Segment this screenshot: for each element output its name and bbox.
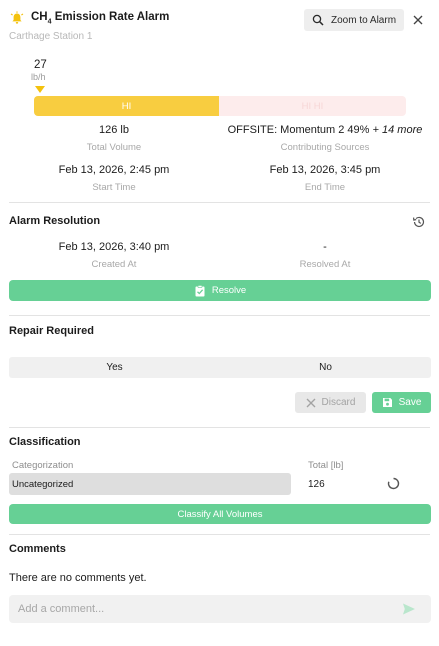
created-at-stat: Feb 13, 2026, 3:40 pm Created At <box>14 241 214 270</box>
end-time-stat: Feb 13, 2026, 3:45 pm End Time <box>225 164 425 193</box>
sources-more-link[interactable]: + 14 more <box>373 124 423 136</box>
end-time-label: End Time <box>304 182 346 193</box>
alarm-title: CH4 Emission Rate Alarm <box>31 11 170 26</box>
emission-rate-value: 27 <box>34 59 47 71</box>
resolved-at-value: - <box>323 241 327 253</box>
alarm-header: CH4 Emission Rate Alarm Carthage Station… <box>0 0 439 46</box>
spinner-icon[interactable] <box>387 477 400 490</box>
resolve-label: Resolve <box>211 285 247 296</box>
categorization-label: Categorization <box>12 460 74 471</box>
total-lb-value: 126 <box>308 479 325 490</box>
total-volume-value: 126 lb <box>99 124 129 136</box>
comment-input[interactable] <box>9 595 431 623</box>
level-hi-segment: HI <box>34 96 219 116</box>
resolved-at-stat: - Resolved At <box>225 241 425 270</box>
search-icon <box>312 14 324 26</box>
discard-button[interactable]: Discard <box>295 392 366 413</box>
clipboard-check-icon <box>195 284 205 296</box>
alarm-bell-icon <box>10 11 24 24</box>
comments-title: Comments <box>9 543 66 555</box>
alarm-resolution-title: Alarm Resolution <box>9 215 101 227</box>
classification-title: Classification <box>9 436 81 448</box>
total-volume-label: Total Volume <box>86 142 142 153</box>
created-at-value: Feb 13, 2026, 3:40 pm <box>58 241 170 253</box>
repair-no-option[interactable]: No <box>220 357 431 378</box>
discard-label: Discard <box>321 397 356 408</box>
categorization-select[interactable]: Uncategorized <box>9 473 291 495</box>
station-name: Carthage Station 1 <box>9 31 93 42</box>
end-time-value: Feb 13, 2026, 3:45 pm <box>269 164 381 176</box>
send-icon[interactable] <box>402 602 416 616</box>
created-at-label: Created At <box>91 259 137 270</box>
close-icon[interactable] <box>411 13 425 27</box>
start-time-value: Feb 13, 2026, 2:45 pm <box>58 164 170 176</box>
start-time-stat: Feb 13, 2026, 2:45 pm Start Time <box>14 164 214 193</box>
repair-yes-option[interactable]: Yes <box>9 357 220 378</box>
resolved-at-label: Resolved At <box>299 259 351 270</box>
save-label: Save <box>398 397 422 408</box>
total-lb-label: Total [lb] <box>308 460 344 471</box>
contributing-sources-value[interactable]: OFFSITE: Momentum 2 49% + 14 more <box>225 124 425 136</box>
zoom-to-alarm-label: Zoom to Alarm <box>331 14 397 26</box>
floppy-disk-icon <box>382 398 392 407</box>
save-button[interactable]: Save <box>372 392 431 413</box>
contributing-sources-stat: OFFSITE: Momentum 2 49% + 14 more Contri… <box>225 124 425 153</box>
divider <box>9 315 430 316</box>
repair-required-title: Repair Required <box>9 325 94 337</box>
divider <box>9 202 430 203</box>
no-comments-text: There are no comments yet. <box>9 572 147 584</box>
divider <box>9 534 430 535</box>
emission-rate-unit: lb/h <box>31 72 46 82</box>
contributing-sources-label: Contributing Sources <box>280 142 370 153</box>
rate-marker-icon <box>35 86 45 93</box>
divider <box>9 427 430 428</box>
history-icon[interactable] <box>412 215 426 229</box>
total-volume-stat: 126 lb Total Volume <box>14 124 214 153</box>
resolve-button[interactable]: Resolve <box>9 280 431 301</box>
zoom-to-alarm-button[interactable]: Zoom to Alarm <box>304 9 404 31</box>
close-icon <box>306 398 316 407</box>
classify-all-volumes-button[interactable]: Classify All Volumes <box>9 504 431 524</box>
level-hihi-segment: HI HI <box>219 96 406 116</box>
start-time-label: Start Time <box>92 182 136 193</box>
